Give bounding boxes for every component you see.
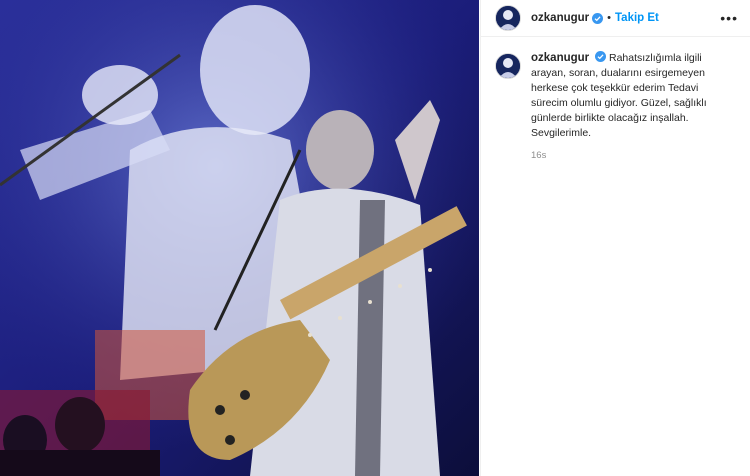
profile-avatar[interactable] [495,5,521,31]
post-caption: ozkanugur Rahatsızlığımla ilgili arayan,… [481,37,750,161]
avatar-image-icon [496,54,520,78]
post-side-panel: ozkanugur • Takip Et ••• ozkanugur Rahat… [480,0,750,476]
caption-text-block: ozkanugur Rahatsızlığımla ilgili arayan,… [531,51,726,141]
post-timestamp[interactable]: 16s [531,150,726,161]
post-photo[interactable] [0,0,479,476]
separator-dot: • [607,12,611,24]
verified-badge-icon [592,12,604,24]
caption-avatar[interactable] [495,53,521,79]
follow-button[interactable]: Takip Et [615,12,659,24]
caption-username[interactable]: ozkanugur [531,52,589,64]
more-options-icon[interactable]: ••• [720,10,738,26]
verified-badge-icon [595,51,607,62]
avatar-image-icon [496,6,520,30]
profile-username[interactable]: ozkanugur [531,12,589,24]
concert-photo [0,0,479,476]
caption-text: Rahatsızlığımla ilgili arayan, soran, du… [531,52,707,139]
post-header: ozkanugur • Takip Et ••• [481,0,750,37]
